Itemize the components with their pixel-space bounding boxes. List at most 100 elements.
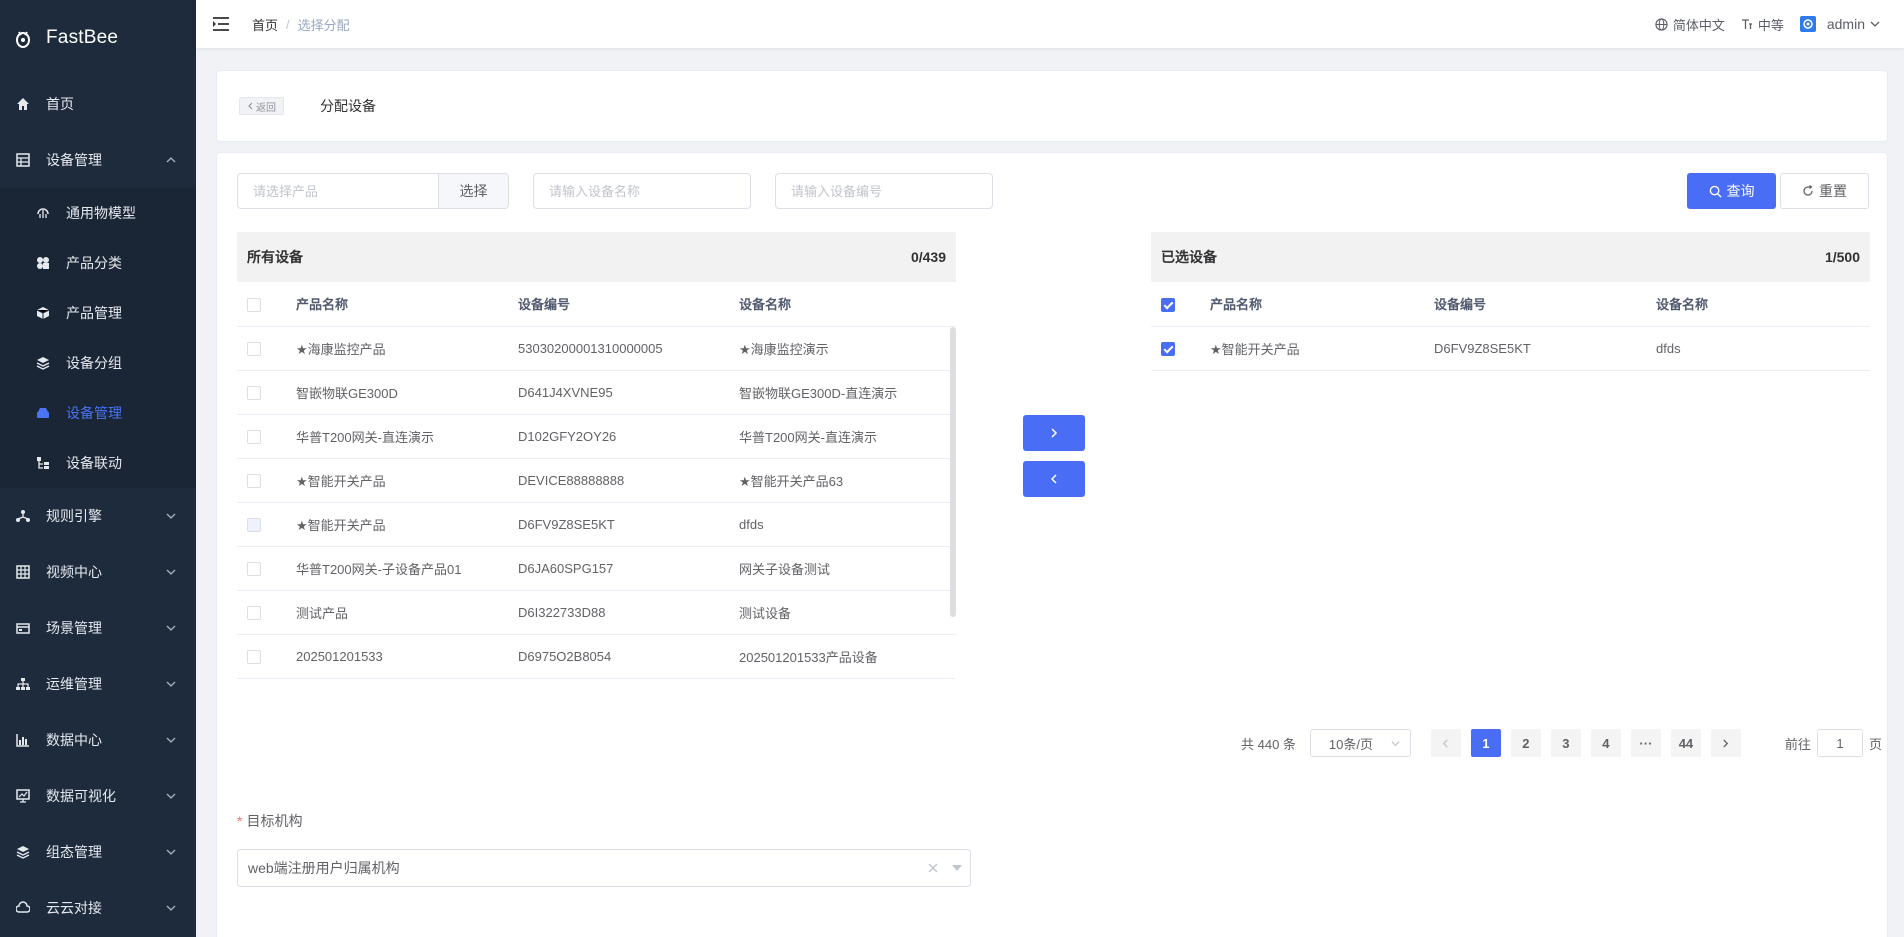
table-row[interactable]: 华普T200网关-直连演示 D102GFY2OY26 华普T200网关-直连演示 (237, 414, 956, 459)
goto-page-input[interactable] (1816, 729, 1863, 757)
clear-icon[interactable] (926, 861, 940, 875)
language-label: 简体中文 (1672, 17, 1725, 33)
sidebar-item-device-linkage[interactable]: 设备联动 (0, 438, 196, 488)
move-right-button[interactable] (1023, 415, 1085, 451)
ops-icon (16, 677, 30, 691)
next-page-button[interactable] (1710, 729, 1741, 757)
sidebar-item-cloud-link[interactable]: 云云对接 (0, 880, 196, 936)
name-cell: ★海康监控演示 (729, 326, 956, 371)
table-row[interactable]: 测试产品 D6I322733D88 测试设备 (237, 590, 956, 635)
sidebar-item-data-center[interactable]: 数据中心 (0, 712, 196, 768)
target-org-select[interactable]: web端注册用户归属机构 (237, 849, 971, 887)
pagination: 共 440 条 10条/页 1 2 3 4 ··· 44 前往 页 (1241, 729, 1882, 757)
back-button[interactable]: 返回 (239, 97, 284, 115)
row-checkbox[interactable] (247, 562, 261, 577)
device-manage-icon (16, 153, 30, 167)
fastbee-logo-icon (16, 31, 30, 48)
chevron-down-icon (166, 849, 176, 855)
sidebar-item-config-manage[interactable]: 组态管理 (0, 824, 196, 880)
chevron-down-icon (166, 681, 176, 687)
sidebar-item-label: 产品分类 (66, 255, 122, 271)
layers-icon (16, 845, 30, 859)
page-size-value: 10条/页 (1328, 736, 1373, 752)
sidebar-item-label: 组态管理 (46, 844, 102, 860)
page-button[interactable]: 4 (1590, 729, 1621, 757)
select-product-button[interactable]: 选择 (439, 173, 509, 209)
row-checkbox[interactable] (1161, 341, 1175, 356)
table-row[interactable]: ★智能开关产品 D6FV9Z8SE5KT dfds (1151, 326, 1870, 371)
chevron-right-icon (1051, 428, 1058, 438)
sidebar-item-label: 设备联动 (66, 455, 122, 471)
page-button[interactable]: 1 (1470, 729, 1501, 757)
sidebar-item-device-group[interactable]: 设备分组 (0, 338, 196, 388)
reset-button[interactable]: 重置 (1780, 173, 1869, 209)
column-header: 设备编号 (508, 282, 729, 327)
code-cell: 53030200001310000005 (508, 326, 729, 371)
chevron-down-icon (166, 793, 176, 799)
all-devices-table-body[interactable]: ★海康监控产品 53030200001310000005 ★海康监控演示 智嵌物… (237, 326, 956, 679)
sidebar-item-video-center[interactable]: 视频中心 (0, 544, 196, 600)
select-all-cell (1151, 282, 1200, 327)
sidebar-item-home[interactable]: 首页 (0, 76, 196, 132)
sidebar-item-data-visualization[interactable]: 数据可视化 (0, 768, 196, 824)
panel-title: 已选设备 (1161, 249, 1217, 265)
sidebar-item-device-list[interactable]: 设备管理 (0, 388, 196, 438)
sidebar-item-thing-model[interactable]: 通用物模型 (0, 188, 196, 238)
row-checkbox[interactable] (247, 474, 261, 489)
reset-label: 重置 (1819, 183, 1847, 199)
product-cell: ★智能开关产品 (286, 458, 508, 503)
chevron-down-icon (166, 905, 176, 911)
row-checkbox[interactable] (247, 430, 261, 445)
selected-devices-header: 已选设备 1/500 (1151, 232, 1870, 282)
table-row[interactable]: ★智能开关产品 DEVICE88888888 ★智能开关产品63 (237, 458, 956, 503)
row-checkbox[interactable] (247, 342, 261, 357)
more-pages-button[interactable]: ··· (1630, 729, 1661, 757)
home-icon (16, 97, 30, 111)
logo[interactable]: FastBee (0, 0, 196, 76)
page-header-card: 返回 分配设备 (216, 70, 1888, 142)
device-code-input[interactable] (775, 173, 993, 209)
sidebar-item-rule-engine[interactable]: 规则引擎 (0, 488, 196, 544)
device-name-input[interactable] (533, 173, 751, 209)
page-size-select[interactable]: 10条/页 (1309, 729, 1411, 757)
vertical-scrollbar[interactable] (950, 326, 956, 617)
language-switch[interactable]: 简体中文 (1655, 15, 1725, 34)
row-checkbox[interactable] (247, 650, 261, 665)
page-button[interactable]: 3 (1550, 729, 1581, 757)
table-row[interactable]: 202501201533 D6975O2B8054 202501201533产品… (237, 634, 956, 679)
sidebar-item-label: 首页 (46, 96, 74, 112)
sidebar-item-product-category[interactable]: 产品分类 (0, 238, 196, 288)
back-label: 返回 (256, 102, 276, 114)
sidebar-item-product-manage[interactable]: 产品管理 (0, 288, 196, 338)
product-cell: ★智能开关产品 (286, 502, 508, 547)
product-input[interactable] (237, 173, 439, 209)
table-row[interactable]: 华普T200网关-子设备产品01 D6JA60SPG157 网关子设备测试 (237, 546, 956, 591)
table-row: ★智能开关产品 D6FV9Z8SE5KT dfds (237, 502, 956, 547)
row-checkbox[interactable] (247, 606, 261, 621)
code-cell: D6FV9Z8SE5KT (508, 502, 729, 547)
video-icon (16, 565, 30, 579)
sidebar-item-ops-manage[interactable]: 运维管理 (0, 656, 196, 712)
page-button[interactable]: 44 (1670, 729, 1701, 757)
select-all-checkbox[interactable] (247, 297, 261, 312)
sidebar-item-device-manage[interactable]: 设备管理 (0, 132, 196, 188)
query-button[interactable]: 查询 (1687, 173, 1776, 209)
row-checkbox[interactable] (247, 386, 261, 401)
checkbox-cell (237, 458, 286, 503)
size-switch[interactable]: 中等 (1741, 15, 1784, 34)
select-all-checkbox[interactable] (1161, 297, 1175, 312)
breadcrumb-home[interactable]: 首页 (252, 15, 278, 34)
menu-fold-icon[interactable] (212, 15, 230, 33)
main-card: 选择 查询 重置 所有设备 0/439 产品名称 设备编号 设备名称 (216, 152, 1888, 937)
user-menu[interactable]: admin (1799, 16, 1880, 32)
move-left-button[interactable] (1023, 461, 1085, 497)
chart-icon (16, 733, 30, 747)
prev-page-button[interactable] (1430, 729, 1461, 757)
page-button[interactable]: 2 (1510, 729, 1541, 757)
sidebar-item-scene-manage[interactable]: 场景管理 (0, 600, 196, 656)
app-name: FastBee (46, 27, 119, 48)
username: admin (1826, 16, 1865, 32)
sidebar-item-label: 设备管理 (46, 152, 102, 168)
table-row[interactable]: ★海康监控产品 53030200001310000005 ★海康监控演示 (237, 326, 956, 371)
table-row[interactable]: 智嵌物联GE300D D641J4XVNE95 智嵌物联GE300D-直连演示 (237, 370, 956, 415)
